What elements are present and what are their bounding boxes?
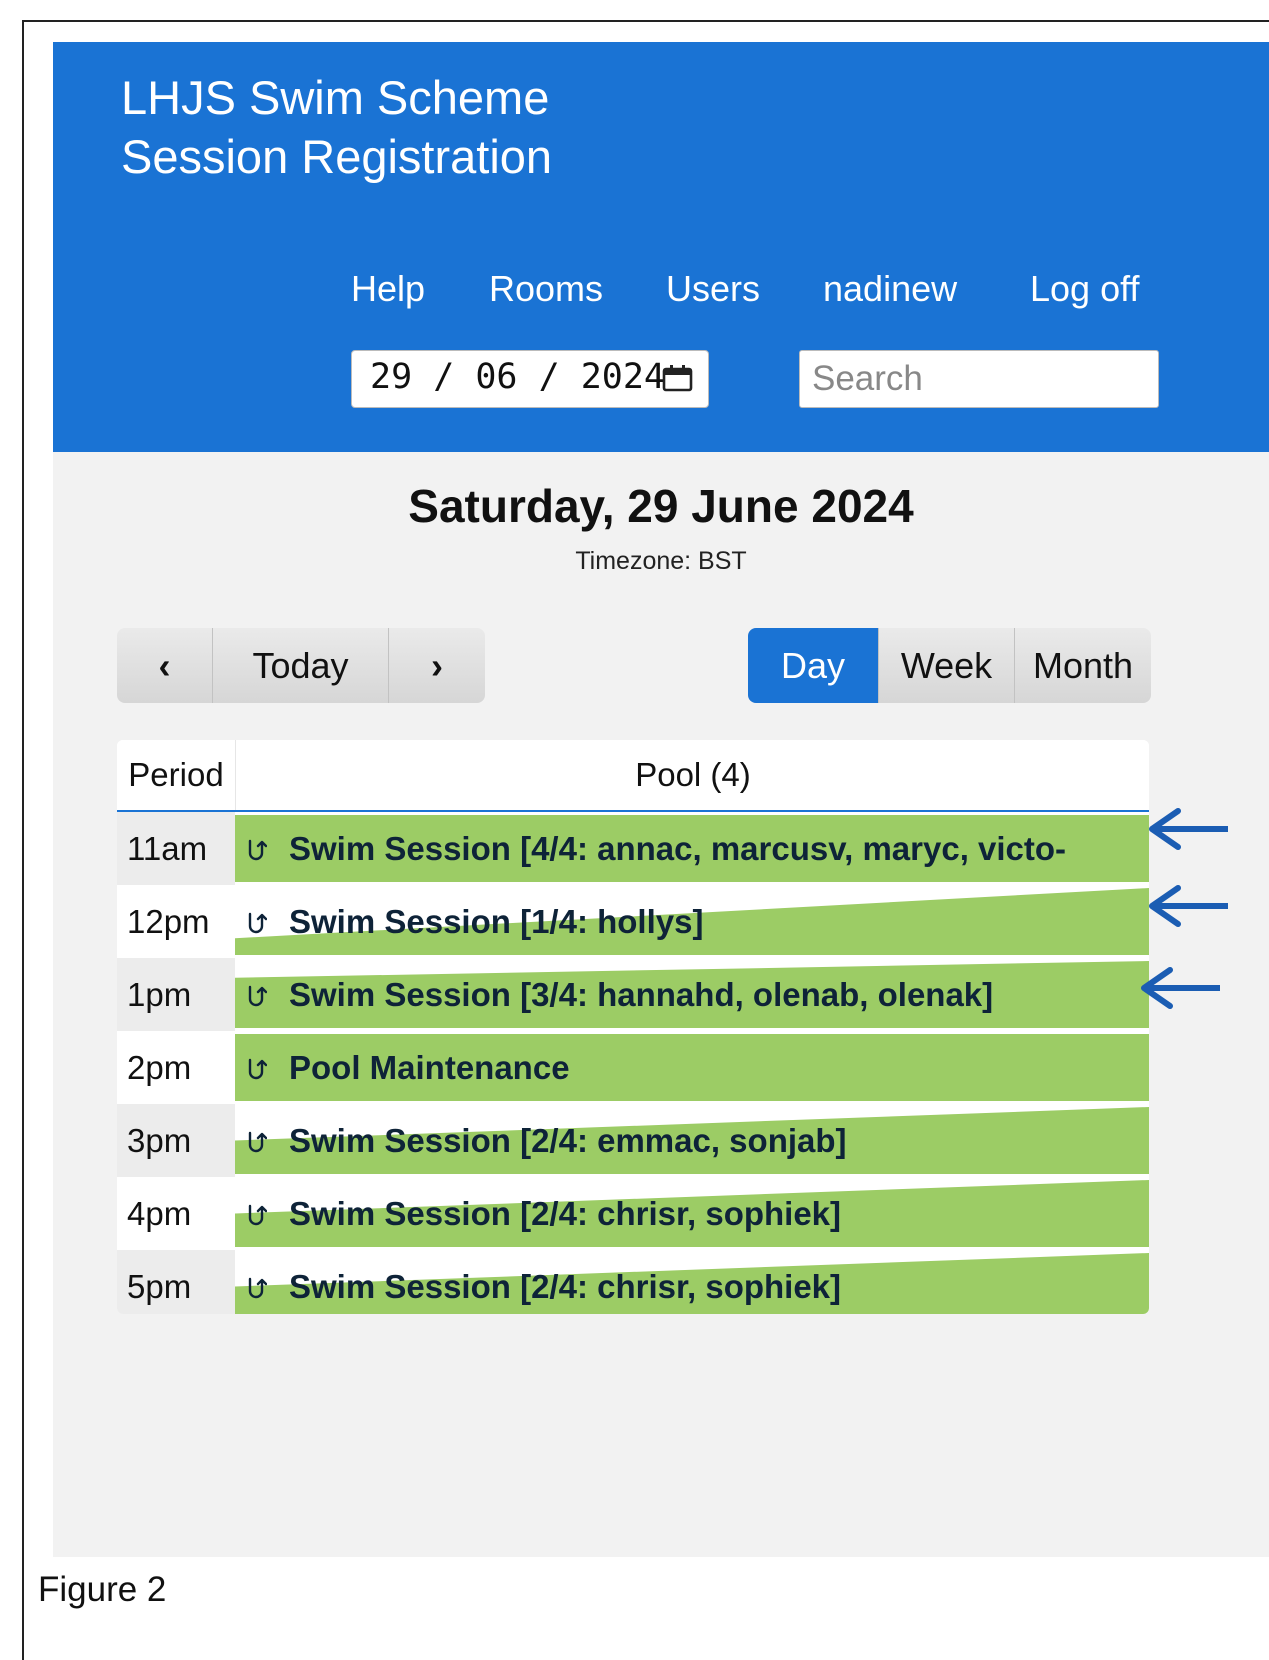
page-date-heading: Saturday, 29 June 2024 — [408, 480, 914, 532]
booking-entry[interactable]: Swim Session [4/4: annac, marcusv, maryc… — [235, 815, 1149, 882]
app-title-line1[interactable]: LHJS Swim Scheme — [121, 68, 552, 127]
repeat-icon — [248, 1131, 267, 1152]
site-header: LHJS Swim Scheme Session Registration He… — [53, 42, 1269, 452]
booking-title: Swim Session [2/4: emmac, sonjab] — [289, 1121, 847, 1159]
booking-entry[interactable]: Swim Session [3/4: hannahd, olenab, olen… — [235, 961, 1149, 1028]
booking-entry[interactable]: Swim Session [2/4: emmac, sonjab] — [235, 1107, 1149, 1174]
annotation-arrow-icon — [1149, 808, 1228, 850]
today-button[interactable]: Today — [213, 628, 389, 703]
nav-help-link[interactable]: Help — [351, 267, 425, 311]
previous-chevron-icon: ‹ — [158, 644, 171, 686]
date-picker-input[interactable]: 29 / 06 / 2024 — [351, 350, 709, 408]
repeat-icon — [248, 1058, 267, 1079]
app-screen: LHJS Swim Scheme Session Registration He… — [53, 42, 1269, 1557]
annotation-arrow-icon — [1141, 967, 1220, 1009]
booking-entry[interactable]: Swim Session [1/4: hollys] — [235, 888, 1149, 955]
booking-entry[interactable]: Swim Session [2/4: chrisr, sophiek] — [235, 1180, 1149, 1247]
booking-text: Swim Session [1/4: hollys] — [245, 888, 703, 955]
nav-user-profile-link[interactable]: nadinew — [823, 267, 957, 311]
table-row: 4pm Swim Session [2/4: chrisr, sophiek] — [117, 1177, 1149, 1250]
booking-title: Swim Session [2/4: chrisr, sophiek] — [289, 1194, 842, 1232]
table-row: 2pm Pool Maintenance — [117, 1031, 1149, 1104]
table-row: 11am Swim Session [4/4: annac, marcusv, m… — [117, 812, 1149, 885]
nav-rooms-link[interactable]: Rooms — [489, 267, 603, 311]
booking-entry[interactable]: Pool Maintenance — [235, 1034, 1149, 1101]
repeat-icon — [248, 985, 267, 1006]
repeat-icon — [248, 1204, 267, 1225]
table-row: 5pm Swim Session [2/4: chrisr, sophiek] — [117, 1250, 1149, 1314]
booking-entry[interactable]: Swim Session [2/4: chrisr, sophiek] — [235, 1253, 1149, 1314]
booking-text: Swim Session [2/4: chrisr, sophiek] — [245, 1180, 841, 1247]
booking-text: Swim Session [2/4: emmac, sonjab] — [245, 1107, 847, 1174]
period-label[interactable]: 5pm — [117, 1250, 235, 1314]
month-view-button[interactable]: Month — [1015, 628, 1151, 703]
booking-title: Swim Session [1/4: hollys] — [289, 902, 704, 940]
next-day-button[interactable]: › — [389, 628, 485, 703]
annotation-arrow-icon — [1149, 885, 1228, 927]
booking-title: Pool Maintenance — [289, 1048, 570, 1086]
app-title[interactable]: LHJS Swim Scheme Session Registration — [121, 68, 552, 186]
period-label[interactable]: 4pm — [117, 1177, 235, 1250]
repeat-icon — [248, 1277, 267, 1298]
booking-text: Pool Maintenance — [245, 1034, 570, 1101]
table-row: 3pm Swim Session [2/4: emmac, sonjab] — [117, 1104, 1149, 1177]
period-column-header: Period — [117, 740, 235, 810]
date-value: 29 / 06 / 2024 — [370, 357, 666, 397]
booking-text: Swim Session [2/4: chrisr, sophiek] — [245, 1253, 841, 1314]
period-label[interactable]: 3pm — [117, 1104, 235, 1177]
search-input[interactable] — [799, 350, 1159, 408]
nav-users-link[interactable]: Users — [666, 267, 760, 311]
period-label[interactable]: 2pm — [117, 1031, 235, 1104]
booking-title: Swim Session [2/4: chrisr, sophiek] — [289, 1267, 842, 1305]
repeat-icon — [248, 839, 267, 860]
nav-logoff-link[interactable]: Log off — [1030, 267, 1139, 311]
next-chevron-icon: › — [431, 644, 443, 686]
room-column-header[interactable]: Pool (4) — [235, 740, 1149, 810]
period-label[interactable]: 11am — [117, 812, 235, 885]
period-label[interactable]: 12pm — [117, 885, 235, 958]
calendar-icon[interactable] — [662, 365, 693, 392]
timezone-label: Timezone: BST — [575, 547, 747, 575]
table-row: 1pm Swim Session [3/4: hannahd, olenab, o… — [117, 958, 1149, 1031]
day-schedule-table: Period Pool (4) 11am Swim Session [4/4: a… — [117, 740, 1149, 1314]
table-row: 12pm Swim Session [1/4: hollys] — [117, 885, 1149, 958]
day-view-button[interactable]: Day — [748, 628, 879, 703]
booking-text: Swim Session [4/4: annac, marcusv, maryc… — [245, 815, 1066, 882]
booking-title: Swim Session [4/4: annac, marcusv, maryc… — [289, 829, 1067, 867]
previous-day-button[interactable]: ‹ — [117, 628, 213, 703]
booking-title: Swim Session [3/4: hannahd, olenab, olen… — [289, 975, 994, 1013]
figure-caption: Figure 2 — [38, 1570, 167, 1609]
week-view-button[interactable]: Week — [879, 628, 1015, 703]
repeat-icon — [248, 912, 267, 933]
app-title-line2[interactable]: Session Registration — [121, 127, 552, 186]
period-label[interactable]: 1pm — [117, 958, 235, 1031]
booking-text: Swim Session [3/4: hannahd, olenab, olen… — [245, 961, 993, 1028]
